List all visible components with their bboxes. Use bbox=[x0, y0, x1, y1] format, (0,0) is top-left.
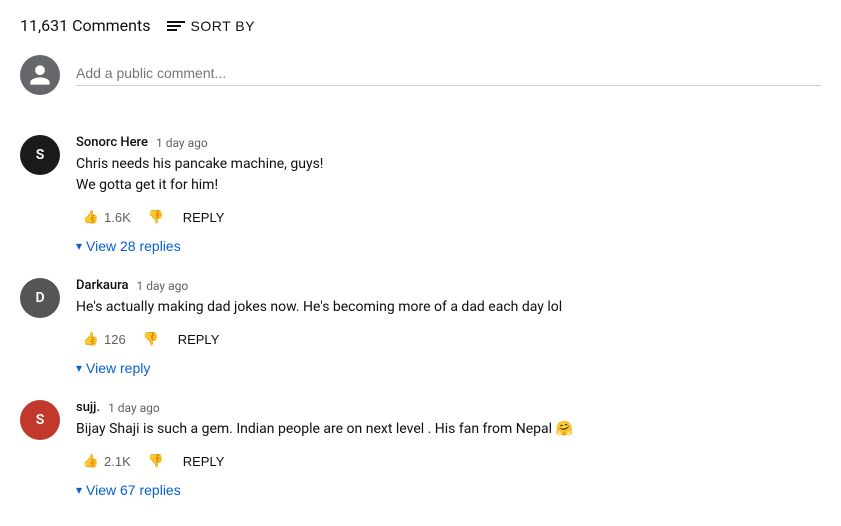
like-count: 126 bbox=[104, 332, 126, 347]
dislike-button[interactable]: 👎 bbox=[141, 448, 171, 474]
reply-button[interactable]: REPLY bbox=[175, 206, 233, 229]
thumbdown-icon: 👎 bbox=[142, 330, 160, 348]
sort-icon bbox=[167, 21, 185, 31]
avatar: D bbox=[20, 278, 60, 318]
reply-button[interactable]: REPLY bbox=[170, 328, 228, 351]
chevron-down-icon: ▾ bbox=[76, 239, 82, 253]
comment-item: S sujj. 1 day ago Bijay Shaji is such a … bbox=[20, 388, 821, 510]
comment-text: He's actually making dad jokes now. He's… bbox=[76, 297, 821, 318]
sort-by-label: SORT BY bbox=[191, 18, 255, 34]
comment-actions: 👍 2.1K 👎 REPLY bbox=[76, 448, 821, 474]
chevron-down-icon: ▾ bbox=[76, 483, 82, 497]
comment-actions: 👍 1.6K 👎 REPLY bbox=[76, 204, 821, 230]
comments-count: 11,631 Comments bbox=[20, 16, 151, 35]
comment-time: 1 day ago bbox=[136, 279, 188, 293]
view-replies-row[interactable]: ▾ View reply bbox=[76, 360, 821, 376]
comments-header: 11,631 Comments SORT BY bbox=[20, 16, 821, 35]
current-user-avatar bbox=[20, 55, 60, 95]
thumbup-icon: 👍 bbox=[82, 452, 100, 470]
thumbup-icon: 👍 bbox=[82, 330, 100, 348]
add-comment-row bbox=[20, 55, 821, 95]
avatar-initials: S bbox=[36, 412, 45, 428]
comment-author: Darkaura bbox=[76, 278, 128, 293]
comment-item: S Sonorc Here 1 day ago Chris needs his … bbox=[20, 123, 821, 266]
like-button[interactable]: 👍 1.6K bbox=[76, 204, 137, 230]
comment-text-line1: Chris needs his pancake machine, guys! bbox=[76, 156, 323, 172]
add-comment-input[interactable] bbox=[76, 65, 821, 86]
thumbdown-icon: 👎 bbox=[147, 208, 165, 226]
thumbup-icon: 👍 bbox=[82, 208, 100, 226]
comment-time: 1 day ago bbox=[108, 401, 160, 415]
comment-author: sujj. bbox=[76, 400, 100, 415]
comment-item: D Darkaura 1 day ago He's actually makin… bbox=[20, 266, 821, 388]
like-button[interactable]: 👍 126 bbox=[76, 326, 132, 352]
like-count: 2.1K bbox=[104, 454, 131, 469]
comment-time: 1 day ago bbox=[156, 136, 208, 150]
comment-meta: Sonorc Here 1 day ago bbox=[76, 135, 821, 150]
avatar-initials: D bbox=[35, 290, 44, 306]
view-replies-row[interactable]: ▾ View 67 replies bbox=[76, 482, 821, 498]
avatar: S bbox=[20, 400, 60, 440]
comment-text: Chris needs his pancake machine, guys! W… bbox=[76, 154, 821, 196]
dislike-button[interactable]: 👎 bbox=[136, 326, 166, 352]
comment-text-line1: Bijay Shaji is such a gem. Indian people… bbox=[76, 421, 573, 437]
view-replies-button[interactable]: View 67 replies bbox=[86, 482, 181, 498]
comment-body: sujj. 1 day ago Bijay Shaji is such a ge… bbox=[76, 400, 821, 498]
comment-text: Bijay Shaji is such a gem. Indian people… bbox=[76, 419, 821, 440]
comment-text-line1: He's actually making dad jokes now. He's… bbox=[76, 299, 562, 315]
avatar: S bbox=[20, 135, 60, 175]
avatar-initials: S bbox=[36, 147, 45, 163]
comment-body: Sonorc Here 1 day ago Chris needs his pa… bbox=[76, 135, 821, 254]
like-button[interactable]: 👍 2.1K bbox=[76, 448, 137, 474]
dislike-button[interactable]: 👎 bbox=[141, 204, 171, 230]
comment-text-line2: We gotta get it for him! bbox=[76, 177, 218, 193]
comments-list: S Sonorc Here 1 day ago Chris needs his … bbox=[20, 123, 821, 510]
comment-actions: 👍 126 👎 REPLY bbox=[76, 326, 821, 352]
view-replies-row[interactable]: ▾ View 28 replies bbox=[76, 238, 821, 254]
user-icon bbox=[28, 63, 52, 87]
comment-meta: sujj. 1 day ago bbox=[76, 400, 821, 415]
thumbdown-icon: 👎 bbox=[147, 452, 165, 470]
comment-body: Darkaura 1 day ago He's actually making … bbox=[76, 278, 821, 376]
chevron-down-icon: ▾ bbox=[76, 361, 82, 375]
view-replies-button[interactable]: View reply bbox=[86, 360, 150, 376]
like-count: 1.6K bbox=[104, 210, 131, 225]
reply-button[interactable]: REPLY bbox=[175, 450, 233, 473]
comment-author: Sonorc Here bbox=[76, 135, 148, 150]
view-replies-button[interactable]: View 28 replies bbox=[86, 238, 181, 254]
comment-meta: Darkaura 1 day ago bbox=[76, 278, 821, 293]
sort-by-button[interactable]: SORT BY bbox=[167, 18, 255, 34]
